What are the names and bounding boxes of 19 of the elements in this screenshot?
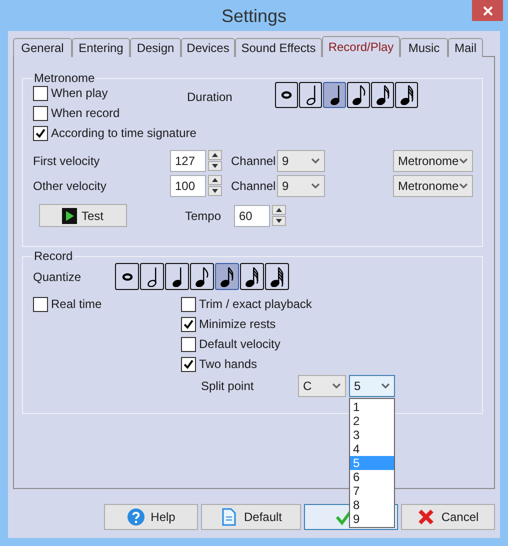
checkbox-label: Two hands [199, 356, 258, 373]
field-label: Other velocity [33, 178, 108, 195]
field-label: Split point [201, 378, 255, 395]
checkbox-label: When record [51, 105, 120, 122]
checkbox-label: Default velocity [199, 336, 280, 353]
checkbox-label: Trim / exact playback [199, 296, 312, 313]
window-title: Settings [221, 4, 287, 28]
checkbox-label: Real time [51, 296, 102, 313]
checkbox-label: According to time signature [51, 125, 196, 142]
checkbox-label: When play [51, 85, 108, 102]
group-title: Record [33, 249, 74, 263]
field-label: Duration [187, 89, 234, 106]
checkbox-label: Minimize rests [199, 316, 276, 333]
group-title: Metronome [33, 71, 96, 85]
field-label: Channel [231, 178, 277, 195]
field-label: Tempo [185, 208, 222, 224]
field-label: Quantize [33, 269, 82, 286]
field-label: First velocity [33, 153, 101, 170]
field-label: Channel [231, 153, 277, 170]
